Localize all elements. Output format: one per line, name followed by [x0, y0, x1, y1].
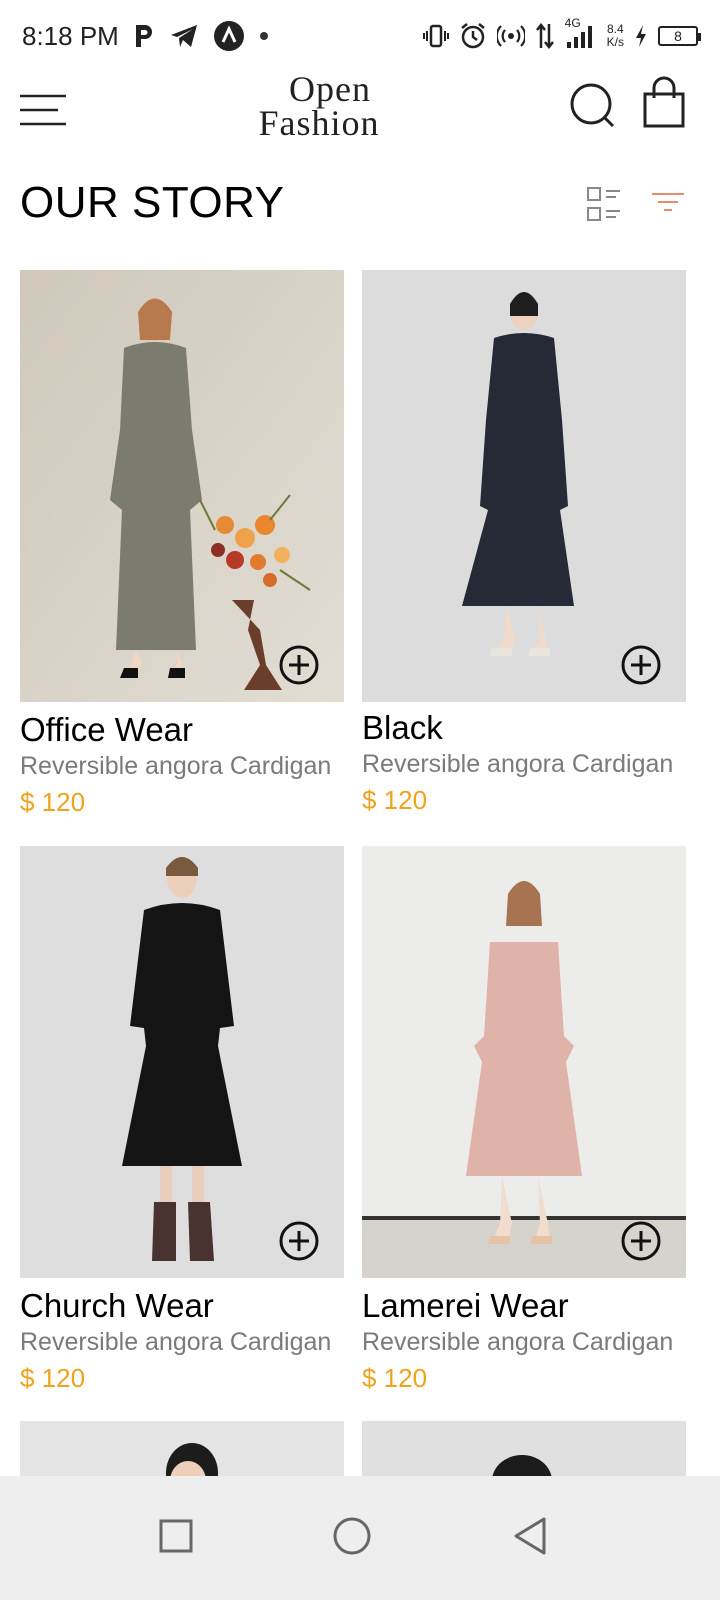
product-card[interactable] [362, 1421, 704, 1476]
product-card[interactable]: Black Reversible angora Cardigan $ 120 [362, 270, 704, 820]
add-to-cart-button[interactable] [620, 1220, 662, 1262]
data-transfer-icon [535, 22, 555, 50]
add-to-cart-button[interactable] [620, 644, 662, 686]
hamburger-menu-icon [20, 94, 66, 126]
network-type: 4G [564, 16, 581, 30]
notification-dot-icon [259, 31, 269, 41]
plus-circle-icon [279, 1221, 319, 1261]
add-to-cart-button[interactable] [278, 644, 320, 686]
product-subtitle: Reversible angora Cardigan [20, 752, 332, 780]
product-photo-black [362, 270, 686, 702]
product-title[interactable]: Black [362, 708, 704, 748]
back-button[interactable] [498, 1504, 562, 1568]
plus-circle-icon [621, 1221, 661, 1261]
product-image[interactable] [20, 270, 344, 702]
app-logo[interactable]: Open Fashion [234, 69, 404, 143]
system-nav-bar [0, 1476, 720, 1600]
product-image[interactable] [20, 846, 344, 1278]
add-to-cart-button[interactable] [278, 1220, 320, 1262]
product-subtitle: Reversible angora Cardigan [20, 1328, 332, 1356]
charging-icon [634, 24, 648, 48]
hotspot-icon [496, 23, 525, 49]
product-image[interactable] [362, 1421, 686, 1476]
signal-icon: 4G [565, 16, 597, 50]
product-card[interactable]: Church Wear Reversible angora Cardigan $… [20, 846, 362, 1398]
battery-indicator: 8 [658, 26, 701, 46]
parking-app-icon [133, 23, 155, 49]
circle-home-icon [333, 1517, 371, 1555]
product-card[interactable] [20, 1421, 362, 1476]
product-title[interactable]: Church Wear [20, 1286, 362, 1326]
list-view-toggle[interactable] [586, 186, 622, 222]
status-right: 4G 8.4 K/s 8 [422, 16, 701, 50]
product-card[interactable]: Lamerei Wear Reversible angora Cardigan … [362, 846, 704, 1398]
product-card[interactable]: Office Wear Reversible angora Cardigan $… [20, 270, 362, 822]
product-photo-office-wear [20, 270, 344, 702]
home-button[interactable] [320, 1504, 384, 1568]
shopping-bag-button[interactable] [640, 76, 690, 132]
search-icon [570, 83, 615, 128]
product-grid: Office Wear Reversible angora Cardigan $… [0, 270, 720, 1476]
vibrate-icon [422, 23, 449, 49]
filter-button[interactable] [650, 188, 686, 218]
telegram-icon [169, 23, 199, 49]
product-image[interactable] [362, 270, 686, 702]
list-view-icon [587, 187, 620, 221]
product-photo-church-wear [20, 846, 344, 1278]
product-subtitle: Reversible angora Cardigan [362, 750, 674, 778]
shopping-bag-icon [643, 76, 685, 128]
product-photo-lamerei-wear [362, 846, 686, 1278]
product-price: $ 120 [20, 787, 86, 817]
logo-line1: Open [289, 69, 371, 109]
product-title[interactable]: Office Wear [20, 710, 362, 750]
product-price: $ 120 [362, 1363, 428, 1393]
product-photo-partial [20, 1421, 344, 1476]
product-image[interactable] [362, 846, 686, 1278]
plus-circle-icon [279, 645, 319, 685]
logo-line2: Fashion [258, 103, 380, 143]
triangle-back-icon [514, 1517, 546, 1555]
net-speed-unit: K/s [606, 35, 624, 49]
plus-circle-icon [621, 645, 661, 685]
menu-button[interactable] [18, 82, 70, 134]
product-price: $ 120 [362, 785, 428, 815]
product-photo-partial [362, 1421, 686, 1476]
search-button[interactable] [568, 78, 618, 132]
recents-button[interactable] [144, 1504, 208, 1568]
product-price: $ 120 [20, 1363, 86, 1393]
status-bar: 8:18 PM 4G 8.4 K/s 8 [0, 0, 720, 72]
app-notification-icon [213, 20, 245, 52]
product-title[interactable]: Lamerei Wear [362, 1286, 704, 1326]
net-speed: 8.4 K/s [607, 23, 624, 49]
product-image[interactable] [20, 1421, 344, 1476]
product-subtitle: Reversible angora Cardigan [362, 1328, 674, 1356]
alarm-icon [459, 22, 487, 50]
battery-level: 8 [674, 28, 682, 44]
app-header: Open Fashion [0, 69, 720, 172]
square-recents-icon [159, 1519, 193, 1553]
status-left: 8:18 PM [22, 20, 269, 52]
filter-icon [652, 193, 684, 211]
page-title: OUR STORY [20, 178, 285, 227]
status-time: 8:18 PM [22, 20, 119, 51]
